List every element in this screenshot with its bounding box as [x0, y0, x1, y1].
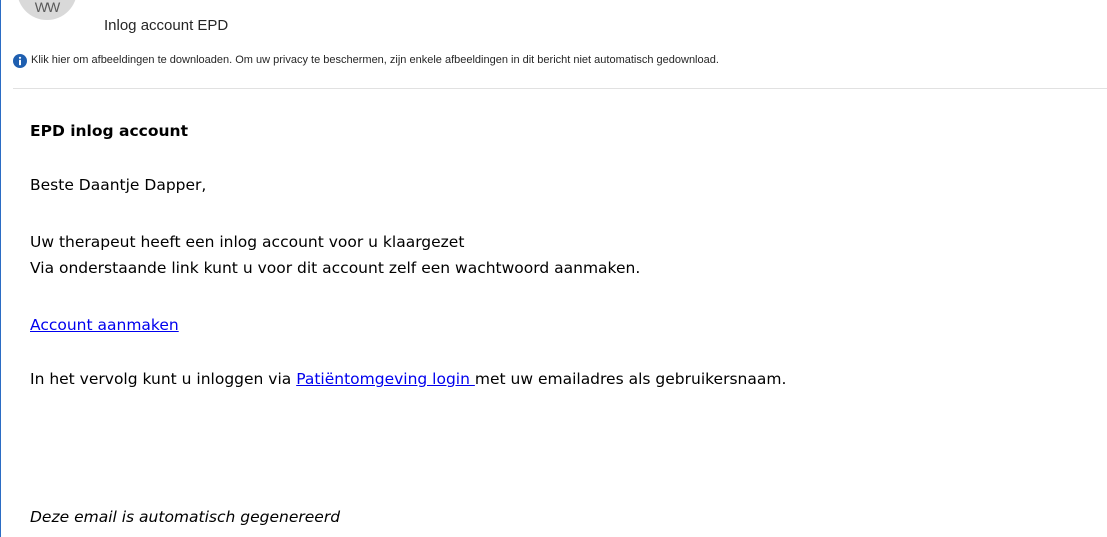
- info-icon: [13, 53, 27, 68]
- paragraph-line-1: Uw therapeut heeft een inlog account voo…: [30, 233, 465, 251]
- create-account-link[interactable]: Account aanmaken: [30, 316, 179, 334]
- download-images-text[interactable]: Klik hier om afbeeldingen te downloaden.…: [31, 54, 719, 66]
- download-images-infobar[interactable]: Klik hier om afbeeldingen te downloaden.…: [13, 52, 719, 68]
- greeting: Beste Daantje Dapper,: [30, 176, 207, 194]
- login-line: In het vervolg kunt u inloggen via Patië…: [30, 370, 786, 388]
- patient-portal-login-link[interactable]: Patiëntomgeving login: [296, 370, 475, 388]
- sender-avatar[interactable]: WW: [17, 0, 77, 20]
- email-reading-pane: WW Inlog account EPD Klik hier om afbeel…: [0, 0, 1107, 537]
- avatar-initials: WW: [34, 0, 60, 15]
- auto-generated-footer: Deze email is automatisch gegenereerd: [30, 508, 341, 526]
- login-prefix: In het vervolg kunt u inloggen via: [30, 370, 297, 388]
- create-account-line: Account aanmaken: [30, 316, 179, 334]
- body-heading: EPD inlog account: [30, 122, 188, 140]
- email-subject: Inlog account EPD: [104, 17, 229, 34]
- paragraph-line-2: Via onderstaande link kunt u voor dit ac…: [30, 259, 641, 277]
- login-suffix: met uw emailadres als gebruikersnaam.: [474, 370, 787, 388]
- reading-pane-border: [0, 0, 1, 537]
- header-divider: [13, 88, 1107, 89]
